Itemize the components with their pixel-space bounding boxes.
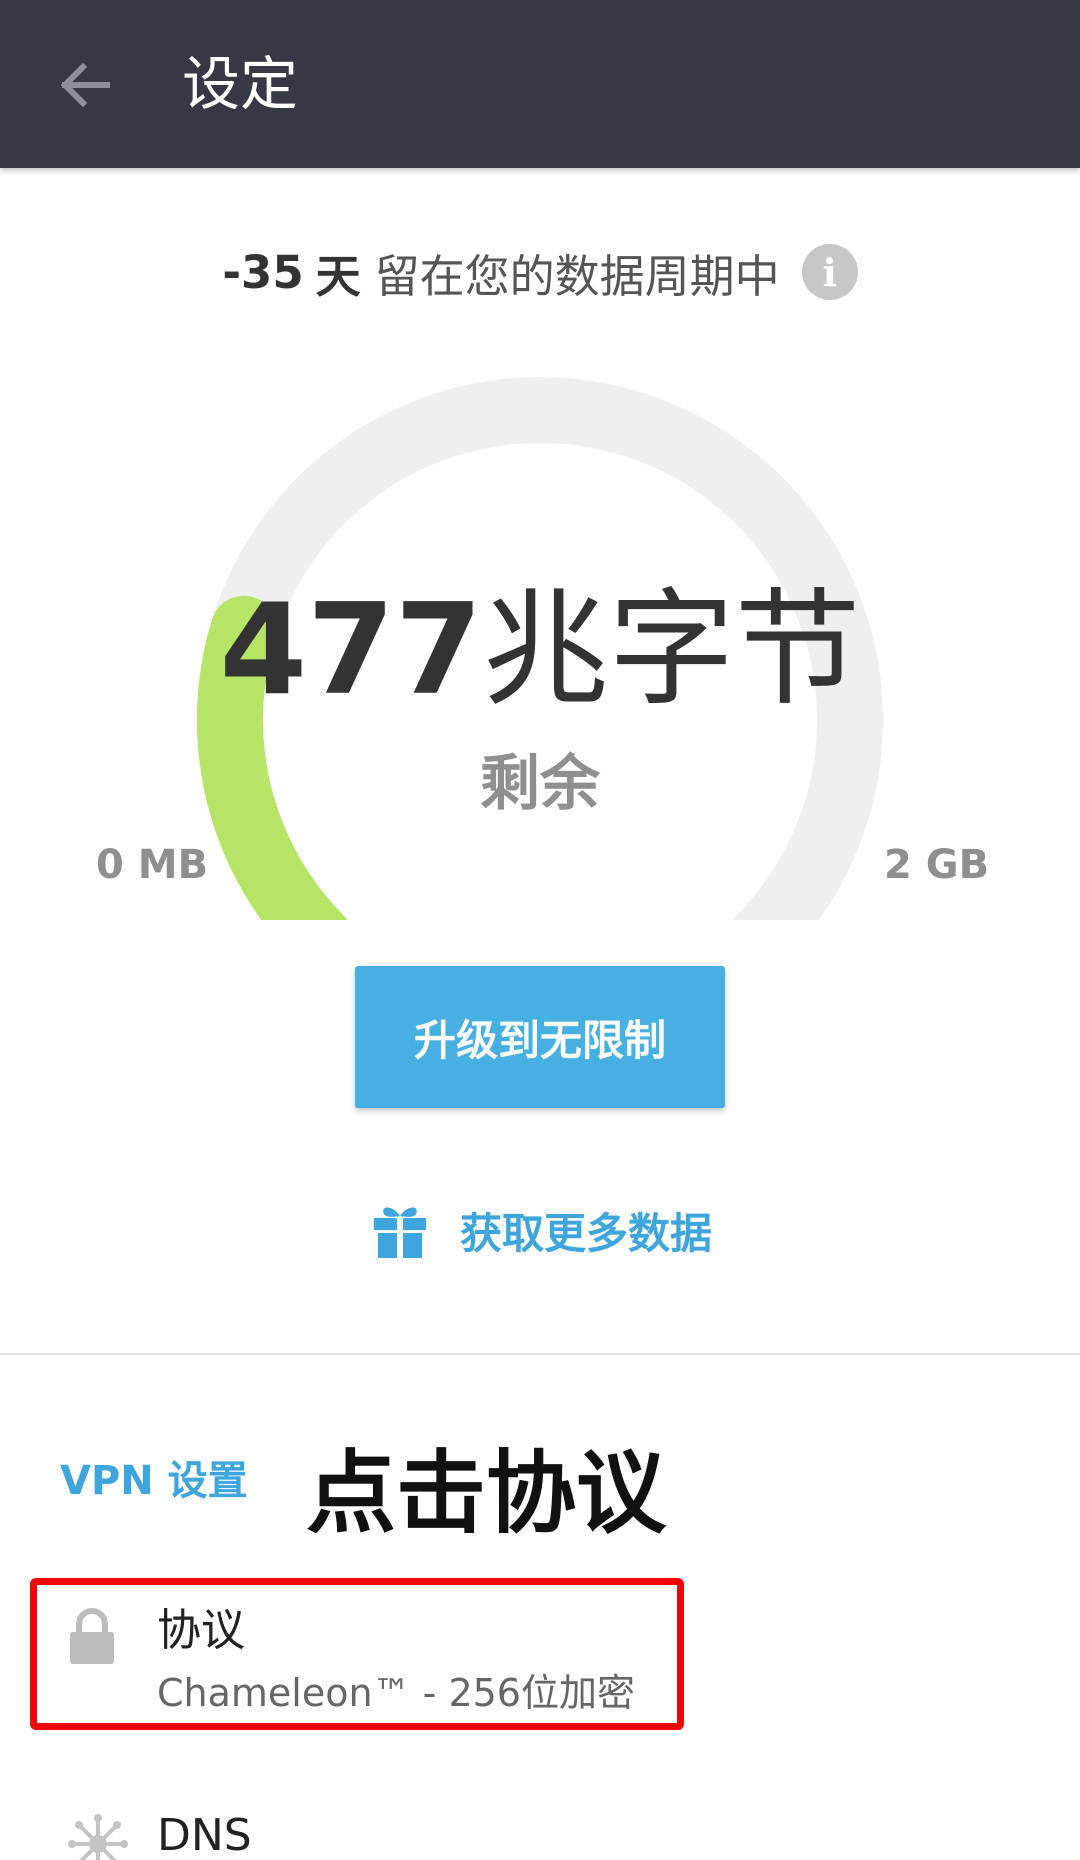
protocol-value: Chameleon™ - 256位加密 — [157, 1671, 635, 1715]
vpn-settings-header: VPN 设置 — [60, 1458, 248, 1504]
section-divider — [0, 1353, 1080, 1355]
gauge-min-label: 0 MB — [96, 842, 209, 888]
dns-title: DNS — [157, 1810, 252, 1860]
upgrade-button[interactable]: 升级到无限制 — [355, 966, 725, 1108]
get-more-data-label: 获取更多数据 — [460, 1208, 713, 1258]
dns-network-icon — [68, 1814, 128, 1860]
remaining-label: 剩余 — [480, 749, 600, 819]
get-more-data-link[interactable]: 获取更多数据 — [370, 1196, 712, 1264]
remaining-data-value: 477兆字节 — [0, 575, 1080, 725]
remaining-data-number: 477 — [219, 576, 483, 723]
protocol-setting-row[interactable]: 协议 Chameleon™ - 256位加密 — [0, 1584, 1080, 1724]
dns-setting-row[interactable]: DNS — [0, 1808, 1080, 1860]
remaining-data-unit: 兆字节 — [482, 576, 861, 723]
lock-icon — [70, 1608, 114, 1664]
protocol-title: 协议 — [157, 1605, 245, 1656]
gift-icon — [374, 1207, 426, 1258]
tap-protocol-annotation: 点击协议 — [306, 1441, 666, 1546]
gauge-max-label: 2 GB — [884, 842, 990, 888]
